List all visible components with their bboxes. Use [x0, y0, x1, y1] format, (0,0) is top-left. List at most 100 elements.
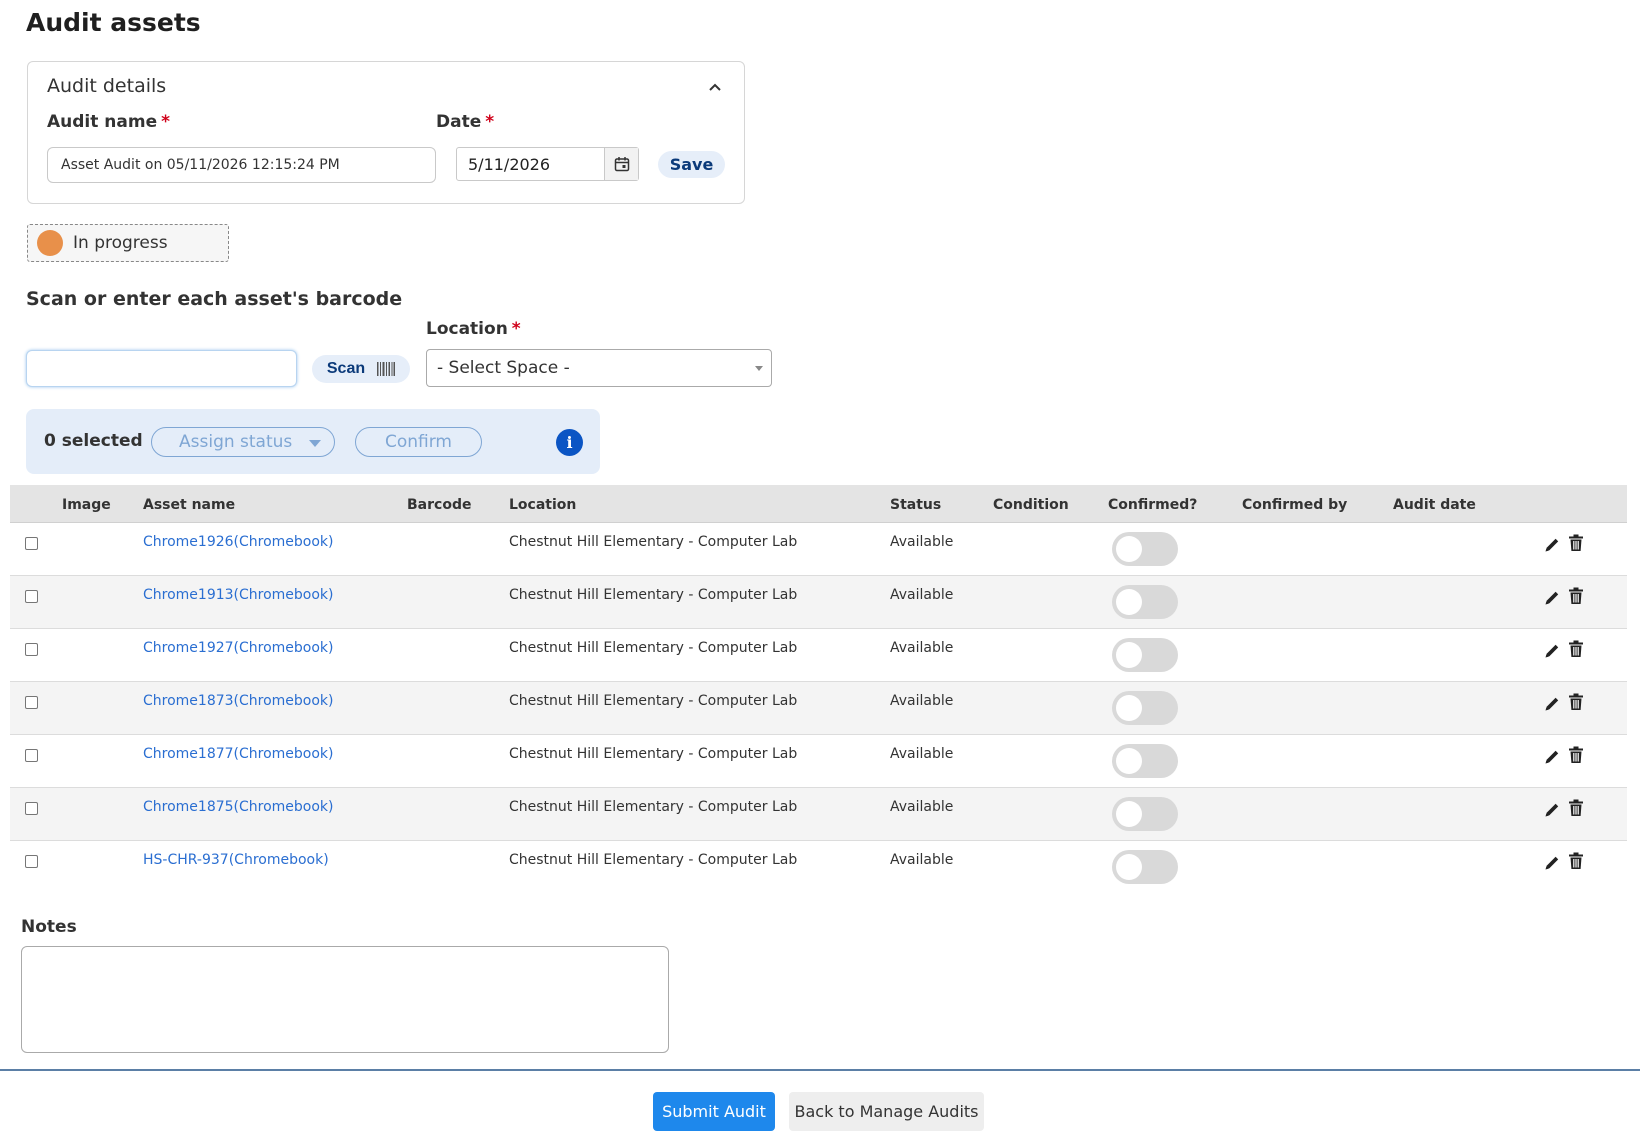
column-header-confirmed[interactable]: Confirmed?: [1108, 497, 1197, 513]
caret-down-icon: [309, 440, 321, 447]
location-cell: Chestnut Hill Elementary - Computer Lab: [509, 534, 798, 550]
row-checkbox[interactable]: [25, 696, 38, 709]
toggle-knob: [1116, 801, 1142, 827]
trash-icon[interactable]: [1568, 534, 1584, 552]
toggle-knob: [1116, 589, 1142, 615]
assign-status-dropdown[interactable]: Assign status: [151, 427, 335, 457]
barcode-input[interactable]: [26, 350, 297, 387]
location-cell: Chestnut Hill Elementary - Computer Lab: [509, 693, 798, 709]
confirmed-toggle[interactable]: [1112, 797, 1178, 831]
status-cell: Available: [890, 799, 954, 815]
table-row: Chrome1926(Chromebook) Chestnut Hill Elem…: [10, 523, 1627, 576]
pencil-icon[interactable]: [1543, 695, 1561, 713]
column-header-confirmed-by[interactable]: Confirmed by: [1242, 497, 1347, 513]
location-select-value: - Select Space -: [437, 358, 570, 378]
asset-name-link[interactable]: Chrome1926(Chromebook): [143, 534, 334, 550]
pencil-icon[interactable]: [1543, 801, 1561, 819]
confirmed-toggle[interactable]: [1112, 691, 1178, 725]
notes-field[interactable]: [21, 946, 669, 1053]
location-cell: Chestnut Hill Elementary - Computer Lab: [509, 852, 798, 868]
row-checkbox[interactable]: [25, 537, 38, 550]
column-header-image[interactable]: Image: [62, 497, 111, 513]
row-checkbox[interactable]: [25, 802, 38, 815]
pencil-icon[interactable]: [1543, 854, 1561, 872]
trash-icon[interactable]: [1568, 799, 1584, 817]
asset-name-link[interactable]: Chrome1875(Chromebook): [143, 799, 334, 815]
confirmed-toggle[interactable]: [1112, 850, 1178, 884]
pencil-icon[interactable]: [1543, 536, 1561, 554]
table-header: Image Asset name Barcode Location Status…: [10, 485, 1627, 523]
pencil-icon[interactable]: [1543, 589, 1561, 607]
table-row: Chrome1927(Chromebook) Chestnut Hill Elem…: [10, 629, 1627, 682]
column-header-barcode[interactable]: Barcode: [407, 497, 471, 513]
pencil-icon[interactable]: [1543, 642, 1561, 660]
save-button[interactable]: Save: [658, 151, 725, 178]
date-picker: [456, 147, 639, 181]
row-checkbox[interactable]: [25, 855, 38, 868]
audit-name-field[interactable]: [47, 147, 436, 183]
table-row: HS-CHR-937(Chromebook) Chestnut Hill Elem…: [10, 841, 1627, 894]
asset-name-link[interactable]: Chrome1913(Chromebook): [143, 587, 334, 603]
location-cell: Chestnut Hill Elementary - Computer Lab: [509, 799, 798, 815]
assign-status-label: Assign status: [179, 432, 293, 452]
status-badge: In progress: [27, 224, 229, 262]
back-to-manage-audits-button[interactable]: Back to Manage Audits: [789, 1092, 984, 1131]
row-checkbox[interactable]: [25, 749, 38, 762]
column-header-condition[interactable]: Condition: [993, 497, 1069, 513]
asset-name-link[interactable]: Chrome1873(Chromebook): [143, 693, 334, 709]
status-cell: Available: [890, 693, 954, 709]
column-header-asset-name[interactable]: Asset name: [143, 497, 235, 513]
column-header-status[interactable]: Status: [890, 497, 941, 513]
column-header-location[interactable]: Location: [509, 497, 576, 513]
status-cell: Available: [890, 746, 954, 762]
scan-heading: Scan or enter each asset's barcode: [26, 288, 403, 310]
required-asterisk: *: [485, 112, 495, 132]
toggle-knob: [1116, 642, 1142, 668]
location-label-text: Location: [426, 319, 508, 339]
chevron-up-icon[interactable]: [708, 80, 722, 94]
toggle-knob: [1116, 854, 1142, 880]
audit-details-title: Audit details: [47, 75, 167, 97]
status-dot: [37, 230, 63, 256]
submit-audit-button[interactable]: Submit Audit: [653, 1092, 775, 1131]
location-select[interactable]: - Select Space -: [426, 349, 772, 387]
trash-icon[interactable]: [1568, 746, 1584, 764]
footer-divider: [0, 1069, 1640, 1071]
info-icon[interactable]: i: [556, 429, 583, 456]
toggle-knob: [1116, 748, 1142, 774]
trash-icon[interactable]: [1568, 852, 1584, 870]
location-label: Location *: [426, 319, 521, 339]
confirmed-toggle[interactable]: [1112, 585, 1178, 619]
date-field[interactable]: [457, 148, 605, 180]
table-row: Chrome1875(Chromebook) Chestnut Hill Elem…: [10, 788, 1627, 841]
confirmed-toggle[interactable]: [1112, 744, 1178, 778]
table-row: Chrome1873(Chromebook) Chestnut Hill Elem…: [10, 682, 1627, 735]
bulk-action-bar: 0 selected Assign status Confirm i: [26, 409, 600, 474]
barcode-icon: [377, 362, 396, 376]
column-header-audit-date[interactable]: Audit date: [1393, 497, 1476, 513]
trash-icon[interactable]: [1568, 587, 1584, 605]
table-body: Chrome1926(Chromebook) Chestnut Hill Elem…: [10, 523, 1627, 894]
trash-icon[interactable]: [1568, 693, 1584, 711]
scan-button[interactable]: Scan: [312, 355, 410, 383]
row-checkbox[interactable]: [25, 590, 38, 603]
row-checkbox[interactable]: [25, 643, 38, 656]
asset-name-link[interactable]: HS-CHR-937(Chromebook): [143, 852, 329, 868]
asset-name-link[interactable]: Chrome1877(Chromebook): [143, 746, 334, 762]
confirmed-toggle[interactable]: [1112, 638, 1178, 672]
trash-icon[interactable]: [1568, 640, 1584, 658]
pencil-icon[interactable]: [1543, 748, 1561, 766]
selected-count: 0 selected: [44, 431, 143, 451]
status-cell: Available: [890, 534, 954, 550]
confirmed-toggle[interactable]: [1112, 532, 1178, 566]
status-cell: Available: [890, 640, 954, 656]
date-label: Date *: [436, 112, 494, 132]
notes-label: Notes: [21, 917, 77, 937]
toggle-knob: [1116, 536, 1142, 562]
required-asterisk: *: [161, 112, 171, 132]
date-label-text: Date: [436, 112, 482, 132]
asset-name-link[interactable]: Chrome1927(Chromebook): [143, 640, 334, 656]
calendar-button[interactable]: [604, 148, 638, 180]
confirm-button[interactable]: Confirm: [355, 427, 482, 457]
page-title: Audit assets: [26, 8, 201, 37]
